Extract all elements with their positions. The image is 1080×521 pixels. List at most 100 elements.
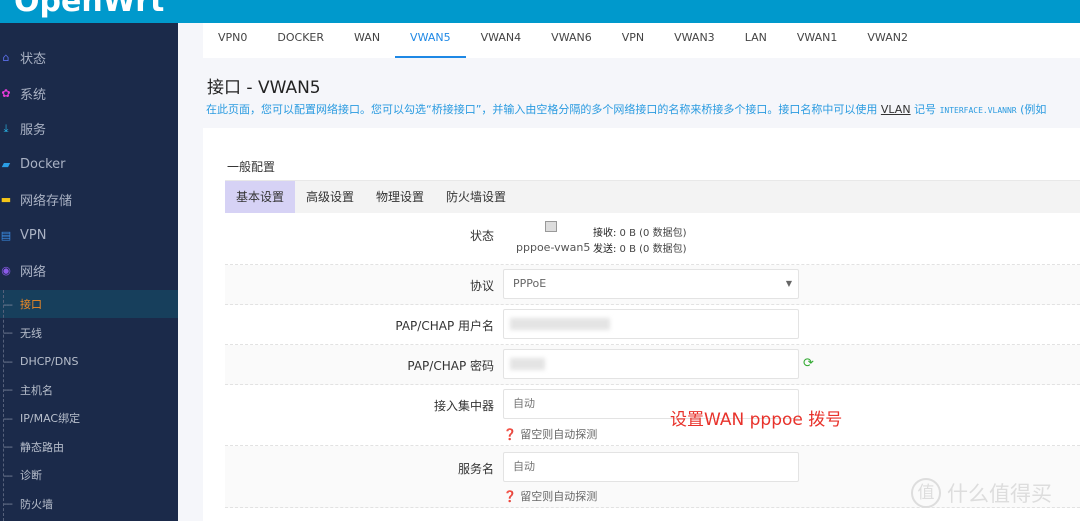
sidebar-subitem[interactable]: --- 防火墙: [0, 490, 178, 518]
sidebar-item-label: Docker: [20, 156, 66, 172]
sidebar-subitem[interactable]: --- 无线: [0, 319, 178, 347]
desc-code: INTERFACE.VLANNR: [939, 106, 1017, 115]
service-input[interactable]: [503, 452, 799, 482]
watermark: 值什么值得买: [911, 478, 1052, 508]
vlan-link[interactable]: VLAN: [881, 103, 911, 116]
gear-icon: ✿: [1, 86, 11, 100]
page-description: 在此页面，您可以配置网络接口。您可以勾选“桥接接口”，并输入由空格分隔的多个网络…: [206, 101, 1046, 117]
sidebar-item-label: 网络存储: [20, 194, 73, 209]
sidebar-subitem[interactable]: --- 静态路由: [0, 433, 178, 461]
sidebar-subitem-label: 无线: [20, 326, 42, 340]
protocol-label: 协议: [469, 279, 494, 293]
sidebar-item[interactable]: ⌂ 状态: [0, 40, 178, 75]
docker-icon: ▰: [1, 157, 11, 171]
password-label: PAP/CHAP 密码: [407, 359, 494, 373]
sub-tabs: 基本设置 高级设置 物理设置 防火墙设置: [225, 180, 1080, 213]
sidebar-item[interactable]: ▤ VPN: [0, 218, 178, 253]
subtab[interactable]: 物理设置: [365, 181, 435, 213]
watermark-text: 什么值得买: [947, 482, 1052, 506]
subtab[interactable]: 高级设置: [295, 181, 365, 213]
redacted-value: [510, 318, 610, 330]
tree-branch: ---: [3, 297, 13, 311]
tree-branch: ---: [3, 468, 13, 482]
tab-docker[interactable]: DOCKER: [262, 23, 339, 58]
sidebar-item-label: 服务: [20, 123, 47, 138]
tab-vpn0[interactable]: VPN0: [203, 23, 262, 58]
globe-icon: ◉: [1, 264, 11, 277]
sidebar-subitem-label: 诊断: [20, 469, 42, 482]
tree-line: [3, 290, 4, 521]
desc-text: 记号: [910, 103, 940, 116]
annotation: 设置WAN pppoe 拨号: [670, 410, 843, 430]
protocol-value: PPPoE: [513, 277, 547, 290]
status-row: 状态 pppoe-vwan5 接收: 0 B (0 数据包) 发送: 0 B (…: [225, 213, 1080, 265]
watermark-badge: 值: [911, 478, 941, 508]
sidebar-subitem-label: IP/MAC绑定: [20, 412, 81, 425]
sidebar-item[interactable]: ◉ 网络: [0, 253, 178, 288]
help-icon: ❓: [503, 428, 517, 441]
ac-hint: ❓ 留空则自动探测: [503, 426, 597, 442]
sidebar-item[interactable]: ⤓ 服务: [0, 111, 178, 146]
sidebar-item-label: VPN: [20, 227, 47, 243]
protocol-select[interactable]: PPPoE ▼: [503, 269, 799, 299]
rx-value: 0 B (0 数据包): [616, 228, 687, 239]
username-input[interactable]: [503, 309, 799, 339]
storage-icon: ▬: [0, 193, 12, 206]
section-title: 一般配置: [227, 160, 276, 174]
device-name: pppoe-vwan5: [516, 241, 591, 254]
sidebar-subitem[interactable]: --- 主机名: [0, 376, 178, 404]
access-concentrator-row: 接入集中器 ❓ 留空则自动探测: [225, 385, 1080, 446]
logo: OpenWrt: [14, 0, 165, 19]
tab-vwan5[interactable]: VWAN5: [395, 23, 466, 58]
help-icon: ❓: [503, 490, 517, 503]
desc-text: (例如: [1016, 103, 1047, 116]
rx-label: 接收:: [593, 228, 617, 239]
tree-branch: ---: [3, 354, 13, 368]
password-input[interactable]: [503, 349, 799, 379]
password-row: PAP/CHAP 密码 ⟳: [225, 345, 1080, 385]
tx-value: 0 B (0 数据包): [616, 244, 687, 255]
vpn-icon: ▤: [0, 228, 12, 242]
status-label: 状态: [469, 229, 494, 243]
dropdown-arrow-icon: ▼: [785, 279, 792, 288]
tree-branch: ---: [3, 411, 13, 425]
sidebar-subitem[interactable]: --- 诊断: [0, 461, 178, 489]
tab-vpn[interactable]: VPN: [607, 23, 659, 58]
service-hint-text: 留空则自动探测: [520, 490, 598, 503]
network-device-icon: [545, 221, 557, 232]
protocol-row: 协议 PPPoE ▼: [225, 265, 1080, 305]
sidebar-subitem-label: DHCP/DNS: [20, 354, 79, 368]
sidebar-item[interactable]: ✿ 系统: [0, 76, 178, 111]
sidebar-item-label: 系统: [20, 87, 47, 103]
sidebar-subitem[interactable]: --- DHCP/DNS: [0, 347, 178, 375]
tree-branch: ---: [3, 383, 13, 396]
sidebar-item-label: 网络: [20, 265, 47, 280]
tree-branch: ---: [3, 326, 13, 339]
service-hint: ❓ 留空则自动探测: [503, 488, 597, 504]
sidebar-subitem-label: 主机名: [20, 383, 53, 397]
desc-text: 在此页面，您可以配置网络接口。您可以勾选“桥接接口”，并输入由空格分隔的多个网络…: [206, 103, 881, 116]
sidebar-subitem-label: 静态路由: [20, 440, 64, 454]
tab-vwan6[interactable]: VWAN6: [536, 23, 607, 58]
ac-hint-text: 留空则自动探测: [520, 428, 598, 441]
header-bar: OpenWrt: [0, 0, 1080, 23]
redacted-value: [510, 358, 545, 370]
tab-vwan3[interactable]: VWAN3: [659, 23, 730, 58]
tab-vwan4[interactable]: VWAN4: [466, 23, 537, 58]
reveal-password-icon[interactable]: ⟳: [803, 356, 814, 371]
download-icon: ⤓: [3, 121, 9, 135]
sidebar-subitem-label: 接口: [20, 298, 42, 311]
sidebar-item[interactable]: ▰ Docker: [0, 147, 178, 182]
tab-wan[interactable]: WAN: [339, 23, 395, 58]
service-label: 服务名: [457, 462, 494, 476]
tab-lan[interactable]: LAN: [730, 23, 782, 58]
tab-vwan2[interactable]: VWAN2: [852, 23, 923, 58]
ac-label: 接入集中器: [433, 399, 494, 413]
subtab[interactable]: 基本设置: [225, 181, 296, 213]
sidebar-item[interactable]: ▬ 网络存储: [0, 182, 178, 217]
tx-label: 发送:: [593, 244, 617, 255]
tab-vwan1[interactable]: VWAN1: [782, 23, 853, 58]
subtab[interactable]: 防火墙设置: [435, 181, 517, 213]
sidebar-subitem[interactable]: --- IP/MAC绑定: [0, 404, 178, 432]
sidebar-subitem[interactable]: --- 接口: [0, 290, 178, 318]
